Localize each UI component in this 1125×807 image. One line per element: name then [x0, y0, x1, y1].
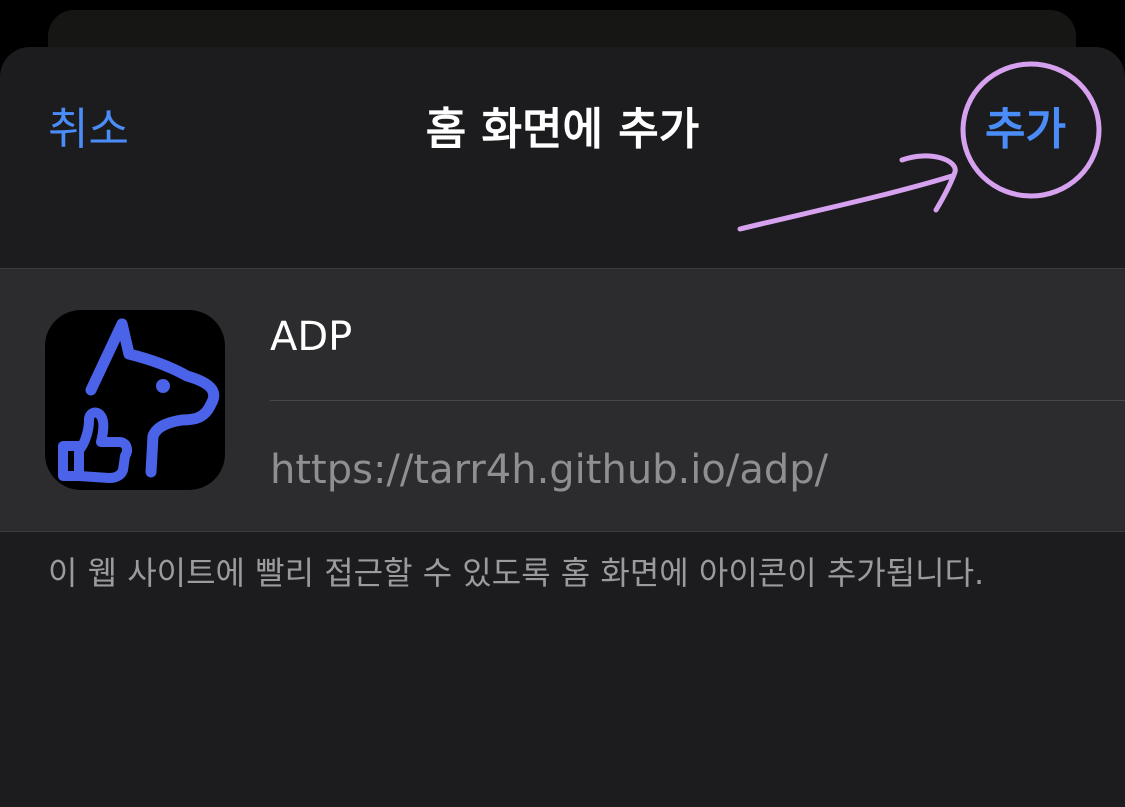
dog-thumbs-up-icon [45, 310, 225, 490]
footer-description: 이 웹 사이트에 빨리 접근할 수 있도록 홈 화면에 아이콘이 추가됩니다. [48, 554, 985, 592]
sheet-title: 홈 화면에 추가 [425, 104, 700, 155]
app-name-field[interactable] [270, 300, 1090, 374]
website-url: https://tarr4h.github.io/adp/ [270, 447, 829, 493]
field-divider [270, 400, 1125, 401]
add-button[interactable]: 추가 [985, 100, 1066, 160]
